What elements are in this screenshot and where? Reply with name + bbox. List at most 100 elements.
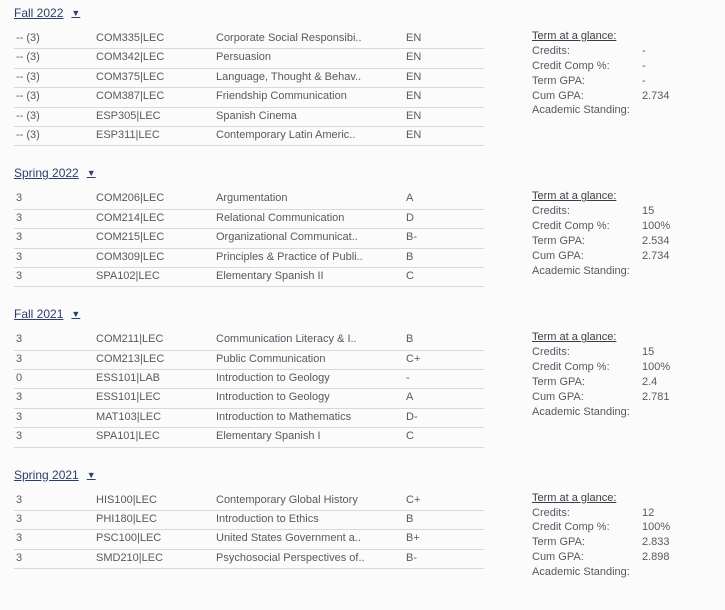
course-title: Introduction to Geology	[214, 389, 404, 408]
term-header-toggle[interactable]: Spring 2021▼	[14, 468, 96, 482]
caret-down-icon: ▼	[71, 309, 80, 319]
course-credits: 3	[14, 268, 94, 287]
course-credits: 3	[14, 229, 94, 248]
glance-value: 2.898	[642, 550, 670, 565]
term-header-toggle[interactable]: Fall 2022▼	[14, 6, 80, 20]
course-title: Friendship Communication	[214, 88, 404, 107]
glance-label: Cum GPA:	[532, 249, 642, 264]
course-code: COM206|LEC	[94, 190, 214, 209]
glance-label: Cum GPA:	[532, 89, 642, 104]
course-code: SMD210|LEC	[94, 550, 214, 569]
glance-row-credits: Credits:-	[532, 44, 715, 59]
glance-row-standing: Academic Standing:	[532, 405, 715, 420]
course-grade: D	[404, 210, 484, 229]
course-title: Elementary Spanish I	[214, 428, 404, 447]
term-name: Fall 2022	[14, 6, 63, 20]
course-table: 3COM206|LECArgumentationA3COM214|LECRela…	[14, 190, 484, 287]
course-credits: 3	[14, 428, 94, 447]
glance-row-term-gpa: Term GPA:2.534	[532, 234, 715, 249]
glance-label: Academic Standing:	[532, 405, 642, 420]
course-code: HIS100|LEC	[94, 492, 214, 511]
course-credits: 3	[14, 492, 94, 511]
term-at-a-glance: Term at a glance: Credits:15Credit Comp %…	[484, 331, 715, 419]
course-grade: EN	[404, 127, 484, 146]
course-title: Psychosocial Perspectives of..	[214, 550, 404, 569]
glance-label: Term GPA:	[532, 74, 642, 89]
glance-row-cum-gpa: Cum GPA:2.781	[532, 390, 715, 405]
glance-label: Term GPA:	[532, 535, 642, 550]
course-code: SPA102|LEC	[94, 268, 214, 287]
course-code: COM215|LEC	[94, 229, 214, 248]
glance-value: 100%	[642, 520, 670, 535]
course-code: COM387|LEC	[94, 88, 214, 107]
course-title: Elementary Spanish II	[214, 268, 404, 287]
glance-row-cum-gpa: Cum GPA:2.734	[532, 89, 715, 104]
glance-value: -	[642, 44, 646, 59]
course-title: Introduction to Ethics	[214, 511, 404, 530]
term-header-toggle[interactable]: Spring 2022▼	[14, 166, 96, 180]
glance-label: Academic Standing:	[532, 565, 642, 580]
course-code: COM211|LEC	[94, 331, 214, 350]
course-grade: -	[404, 370, 484, 389]
term-header-toggle[interactable]: Fall 2021 ▼	[14, 307, 80, 321]
course-credits: 0	[14, 370, 94, 389]
glance-row-credits: Credits:15	[532, 345, 715, 360]
glance-row-credit-comp: Credit Comp %:100%	[532, 360, 715, 375]
glance-row-cum-gpa: Cum GPA:2.898	[532, 550, 715, 565]
glance-title: Term at a glance:	[532, 30, 715, 42]
term-block: Fall 2021▼3COM211|LECCommunication Liter…	[14, 307, 715, 447]
course-title: Persuasion	[214, 49, 404, 68]
glance-value: -	[642, 74, 646, 89]
course-title: Communication Literacy & I..	[214, 331, 404, 350]
course-grade: EN	[404, 30, 484, 49]
course-grade: C+	[404, 492, 484, 511]
course-code: COM335|LEC	[94, 30, 214, 49]
glance-row-standing: Academic Standing:	[532, 565, 715, 580]
glance-label: Credit Comp %:	[532, 520, 642, 535]
course-grade: B+	[404, 530, 484, 549]
glance-value: 100%	[642, 219, 670, 234]
course-table: 3COM211|LECCommunication Literacy & I..B…	[14, 331, 484, 447]
glance-row-credits: Credits:12	[532, 506, 715, 521]
course-code: COM342|LEC	[94, 49, 214, 68]
term-at-a-glance: Term at a glance: Credits:-Credit Comp %:…	[484, 30, 715, 118]
glance-label: Credits:	[532, 44, 642, 59]
glance-row-term-gpa: Term GPA:2.4	[532, 375, 715, 390]
course-credits: -- (3)	[14, 30, 94, 49]
glance-row-credit-comp: Credit Comp %:100%	[532, 520, 715, 535]
course-grade: B-	[404, 550, 484, 569]
glance-title: Term at a glance:	[532, 331, 715, 343]
course-credits: -- (3)	[14, 69, 94, 88]
course-credits: 3	[14, 530, 94, 549]
course-code: PSC100|LEC	[94, 530, 214, 549]
course-credits: 3	[14, 210, 94, 229]
glance-row-standing: Academic Standing:	[532, 103, 715, 118]
glance-label: Term GPA:	[532, 234, 642, 249]
course-title: Contemporary Global History	[214, 492, 404, 511]
glance-row-credits: Credits:15	[532, 204, 715, 219]
caret-down-icon: ▼	[87, 470, 96, 480]
course-grade: B	[404, 511, 484, 530]
course-code: COM214|LEC	[94, 210, 214, 229]
course-grade: EN	[404, 69, 484, 88]
glance-value: 2.781	[642, 390, 670, 405]
course-title: Spanish Cinema	[214, 108, 404, 127]
course-title: Relational Communication	[214, 210, 404, 229]
course-grade: EN	[404, 88, 484, 107]
glance-label: Credits:	[532, 345, 642, 360]
glance-label: Cum GPA:	[532, 550, 642, 565]
glance-label: Credit Comp %:	[532, 59, 642, 74]
course-code: ESS101|LEC	[94, 389, 214, 408]
glance-row-standing: Academic Standing:	[532, 264, 715, 279]
course-code: ESP311|LEC	[94, 127, 214, 146]
term-body: -- (3)COM335|LECCorporate Social Respons…	[14, 30, 715, 146]
glance-row-credit-comp: Credit Comp %:100%	[532, 219, 715, 234]
term-name: Fall 2021	[14, 307, 63, 321]
course-grade: EN	[404, 49, 484, 68]
course-code: MAT103|LEC	[94, 409, 214, 428]
glance-row-credit-comp: Credit Comp %:-	[532, 59, 715, 74]
course-title: Introduction to Mathematics	[214, 409, 404, 428]
course-code: SPA101|LEC	[94, 428, 214, 447]
course-title: Principles & Practice of Publi..	[214, 249, 404, 268]
course-credits: 3	[14, 351, 94, 370]
